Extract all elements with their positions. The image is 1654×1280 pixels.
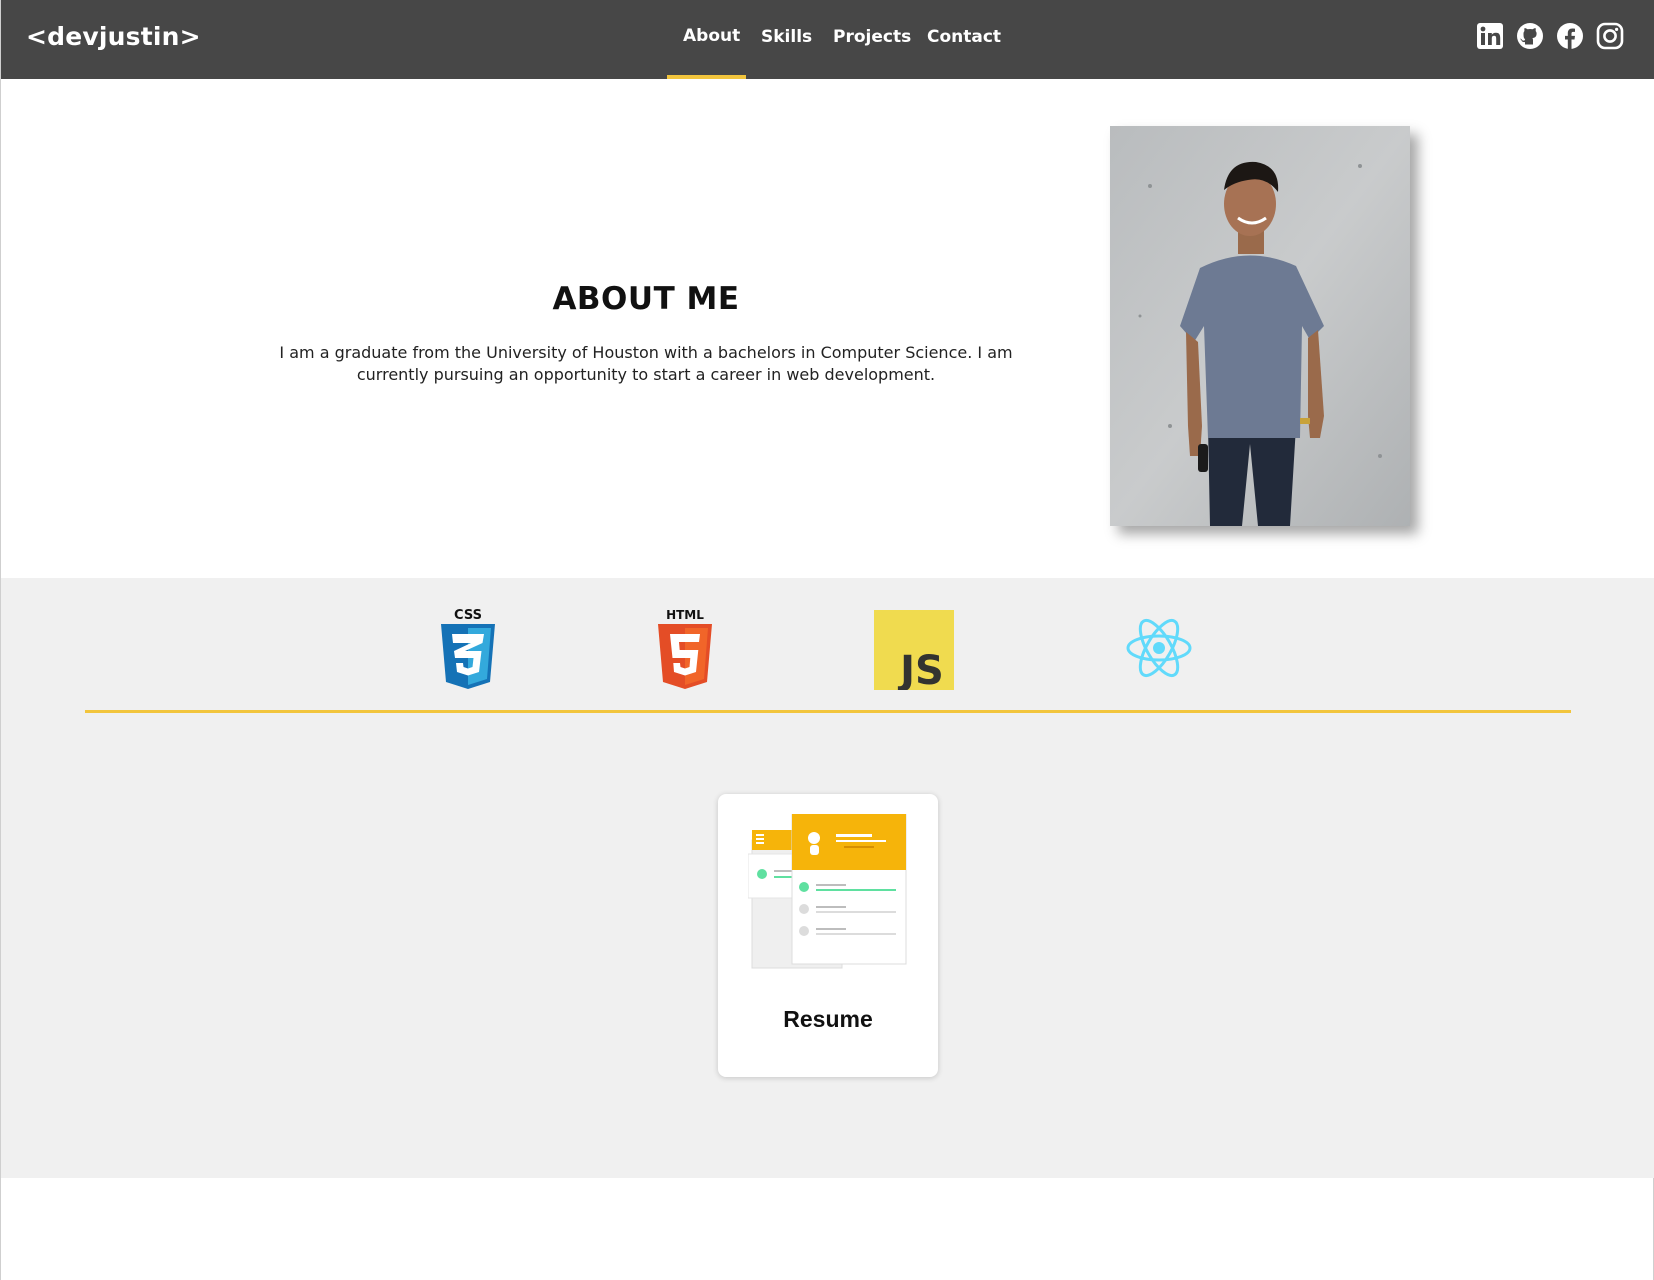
css3-icon: CSS — [438, 608, 498, 690]
html5-label: HTML — [666, 608, 704, 622]
javascript-icon: JS — [874, 610, 954, 690]
instagram-icon[interactable] — [1596, 22, 1624, 50]
nav-link-skills[interactable]: Skills — [761, 27, 812, 47]
page: <devjustin> About Skills Projects Contac… — [0, 0, 1654, 1280]
site-logo[interactable]: <devjustin> — [26, 22, 201, 51]
navbar: <devjustin> About Skills Projects Contac… — [1, 0, 1654, 79]
javascript-label: JS — [897, 648, 944, 690]
html5-icon: HTML — [655, 608, 715, 690]
linkedin-icon[interactable] — [1476, 22, 1504, 50]
nav-link-projects[interactable]: Projects — [833, 27, 911, 47]
nav-link-about[interactable]: About — [683, 26, 740, 46]
skills-section: CSS HTML JS Resume — [1, 578, 1654, 1178]
section-divider — [85, 710, 1571, 713]
about-section: ABOUT ME I am a graduate from the Univer… — [1, 79, 1654, 578]
resume-illustration — [748, 814, 908, 972]
css3-label: CSS — [454, 608, 482, 623]
facebook-icon[interactable] — [1556, 22, 1584, 50]
profile-photo — [1110, 126, 1410, 526]
react-icon — [1124, 616, 1194, 680]
resume-label: Resume — [783, 1006, 873, 1032]
nav-link-contact[interactable]: Contact — [927, 27, 1001, 47]
about-text: I am a graduate from the University of H… — [279, 343, 1013, 384]
resume-card[interactable]: Resume — [718, 794, 938, 1077]
github-icon[interactable] — [1516, 22, 1544, 50]
about-title: ABOUT ME — [552, 281, 740, 317]
